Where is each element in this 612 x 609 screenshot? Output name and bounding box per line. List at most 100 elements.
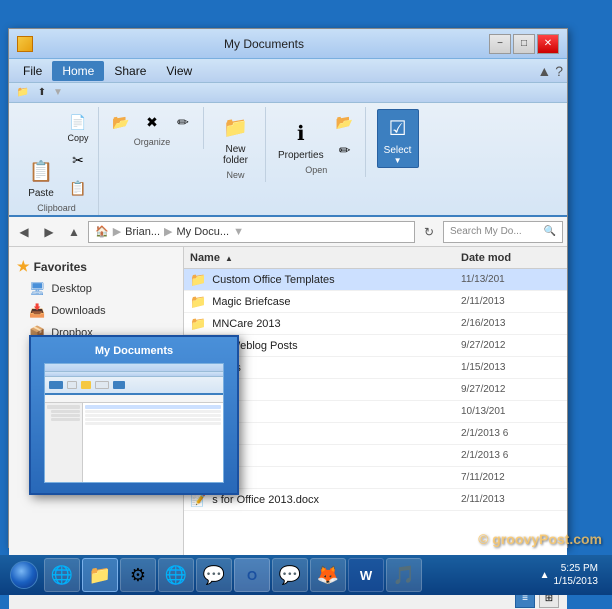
ribbon-group-new: 📁 Newfolder New xyxy=(206,107,266,182)
file-row[interactable]: 📁 9/27/2012 xyxy=(184,379,567,401)
taskbar-explorer[interactable]: 📁 xyxy=(82,558,118,592)
address-bar[interactable]: 🏠 ▶ Brian... ▶ My Docu... ▼ xyxy=(88,221,415,243)
file-date: 2/1/2013 6 xyxy=(461,450,561,461)
nav-item-downloads[interactable]: 📥 Downloads xyxy=(9,300,171,322)
select-label: Select xyxy=(384,145,412,156)
folder-icon: 📁 xyxy=(190,316,206,332)
search-icon: 🔍 xyxy=(544,226,556,237)
file-row[interactable]: 📁 Custom Office Templates 11/13/201 xyxy=(184,269,567,291)
folder-icon: 📁 xyxy=(190,294,206,310)
taskbar: 🌐 📁 ⚙ 🌐 💬 O 💬 🦊 W 🎵 ▲ 5:25 PM 1/15/2013 xyxy=(0,555,612,595)
rename-icon: ✏ xyxy=(172,111,194,133)
file-name: My Weblog Posts xyxy=(212,340,461,352)
menu-file[interactable]: File xyxy=(13,61,52,81)
addr-part1: Brian... xyxy=(125,226,160,238)
quick-toolbar: 📁 ⬆ ▼ xyxy=(9,83,567,103)
sort-arrow-icon: ▲ xyxy=(225,254,233,263)
collapse-ribbon-icon[interactable]: ▲ xyxy=(537,63,551,79)
properties-button[interactable]: ℹ Properties xyxy=(274,115,328,163)
desktop-icon: 🖥 xyxy=(29,281,46,297)
file-date: 11/13/201 xyxy=(461,274,561,285)
file-date: 7/11/2012 xyxy=(461,472,561,483)
taskbar-msg[interactable]: 💬 xyxy=(196,558,232,592)
file-row[interactable]: 📄 ile.txt 7/11/2012 xyxy=(184,467,567,489)
taskbar-skype[interactable]: 💬 xyxy=(272,558,308,592)
rename-btn[interactable]: ✏ xyxy=(169,109,197,135)
minimize-button[interactable]: − xyxy=(489,34,511,54)
back-button[interactable]: ◀ xyxy=(13,221,35,243)
explorer-window: My Documents − □ ✕ File Home Share View … xyxy=(8,28,568,548)
file-name: Magic Briefcase xyxy=(212,296,461,308)
cut-button[interactable]: ✂ xyxy=(64,147,92,173)
file-date: 2/1/2013 6 xyxy=(461,428,561,439)
qt-up-btn[interactable]: ⬆ xyxy=(34,85,50,101)
file-row[interactable]: 📄 .rdp 2/1/2013 6 xyxy=(184,423,567,445)
start-orb xyxy=(10,561,38,589)
menu-view[interactable]: View xyxy=(156,61,202,81)
menu-bar: File Home Share View ▲ ? xyxy=(9,59,567,83)
file-date: 1/15/2013 xyxy=(461,362,561,373)
file-row[interactable]: 📁 Magic Briefcase 2/11/2013 xyxy=(184,291,567,313)
menu-share[interactable]: Share xyxy=(104,61,156,81)
organize-group-label: Organize xyxy=(134,137,171,147)
move-to-btn[interactable]: 📂 xyxy=(107,109,135,135)
maximize-button[interactable]: □ xyxy=(513,34,535,54)
qt-folder-btn[interactable]: 📁 xyxy=(15,85,31,101)
file-date: 9/27/2012 xyxy=(461,384,561,395)
open-group-label: Open xyxy=(305,165,327,175)
file-name: ile.txt xyxy=(212,472,461,484)
file-name: Custom Office Templates xyxy=(212,274,461,286)
file-row[interactable]: 📁 10/13/201 xyxy=(184,401,567,423)
file-date: 2/16/2013 xyxy=(461,318,561,329)
nav-item-desktop[interactable]: 🖥 Desktop xyxy=(9,278,171,300)
new-folder-button[interactable]: 📁 Newfolder xyxy=(216,109,256,168)
col-header-date[interactable]: Date mod xyxy=(461,252,561,264)
ribbon-group-organize: 📂 ✖ ✏ Organize xyxy=(101,107,204,149)
watermark: © groovyPost.com xyxy=(478,531,602,547)
open-btn[interactable]: 📂 xyxy=(331,109,359,135)
desktop-label: Desktop xyxy=(52,283,92,295)
downloads-icon: 📥 xyxy=(29,303,45,319)
up-button[interactable]: ▲ xyxy=(63,221,85,243)
help-icon[interactable]: ? xyxy=(555,63,563,79)
file-date: 2/11/2013 xyxy=(461,494,561,505)
col-header-name[interactable]: Name ▲ xyxy=(190,252,461,264)
file-row[interactable]: 📝 s for Office 2013.docx 2/11/2013 xyxy=(184,489,567,511)
search-bar[interactable]: Search My Do... 🔍 xyxy=(443,221,563,243)
edit-btn[interactable]: ✏ xyxy=(331,137,359,163)
file-row[interactable]: 📄 .txt 2/1/2013 6 xyxy=(184,445,567,467)
select-button[interactable]: ☑ Select ▼ xyxy=(377,109,419,168)
taskbar-word[interactable]: W xyxy=(348,558,384,592)
thumbnail-title: My Documents xyxy=(95,345,173,357)
file-date: 10/13/201 xyxy=(461,406,561,417)
paste-button[interactable]: 📋 Paste xyxy=(21,153,61,201)
taskbar-settings[interactable]: ⚙ xyxy=(120,558,156,592)
open-icon: 📂 xyxy=(334,111,356,133)
window-title: My Documents xyxy=(39,37,489,51)
file-name: .rdp xyxy=(212,428,461,440)
file-name: Notes xyxy=(212,362,461,374)
taskbar-chrome[interactable]: 🌐 xyxy=(158,558,194,592)
taskbar-outlook[interactable]: O xyxy=(234,558,270,592)
menu-home[interactable]: Home xyxy=(52,61,104,81)
taskbar-ie[interactable]: 🌐 xyxy=(44,558,80,592)
addr-part2: My Docu... xyxy=(177,226,230,238)
taskbar-firefox[interactable]: 🦊 xyxy=(310,558,346,592)
close-button[interactable]: ✕ xyxy=(537,34,559,54)
taskbar-vlc[interactable]: 🎵 xyxy=(386,558,422,592)
file-row[interactable]: 📁 My Weblog Posts 9/27/2012 xyxy=(184,335,567,357)
start-button[interactable] xyxy=(6,558,42,592)
refresh-button[interactable]: ↻ xyxy=(418,221,440,243)
tray-date: 1/15/2013 xyxy=(554,575,599,588)
clipboard-btn[interactable]: 📋 xyxy=(64,175,92,201)
file-name: s for Office 2013.docx xyxy=(212,494,461,506)
forward-button[interactable]: ▶ xyxy=(38,221,60,243)
file-name: .txt xyxy=(212,450,461,462)
tray-icon: ▲ xyxy=(540,570,550,581)
folder-icon: 📁 xyxy=(190,272,206,288)
file-row[interactable]: 📁 Notes 1/15/2013 xyxy=(184,357,567,379)
favorites-header[interactable]: ★ Favorites xyxy=(9,255,171,278)
copy-button[interactable]: 📄 Copy xyxy=(64,109,92,145)
file-row[interactable]: 📁 MNCare 2013 2/16/2013 xyxy=(184,313,567,335)
delete-btn[interactable]: ✖ xyxy=(138,109,166,135)
